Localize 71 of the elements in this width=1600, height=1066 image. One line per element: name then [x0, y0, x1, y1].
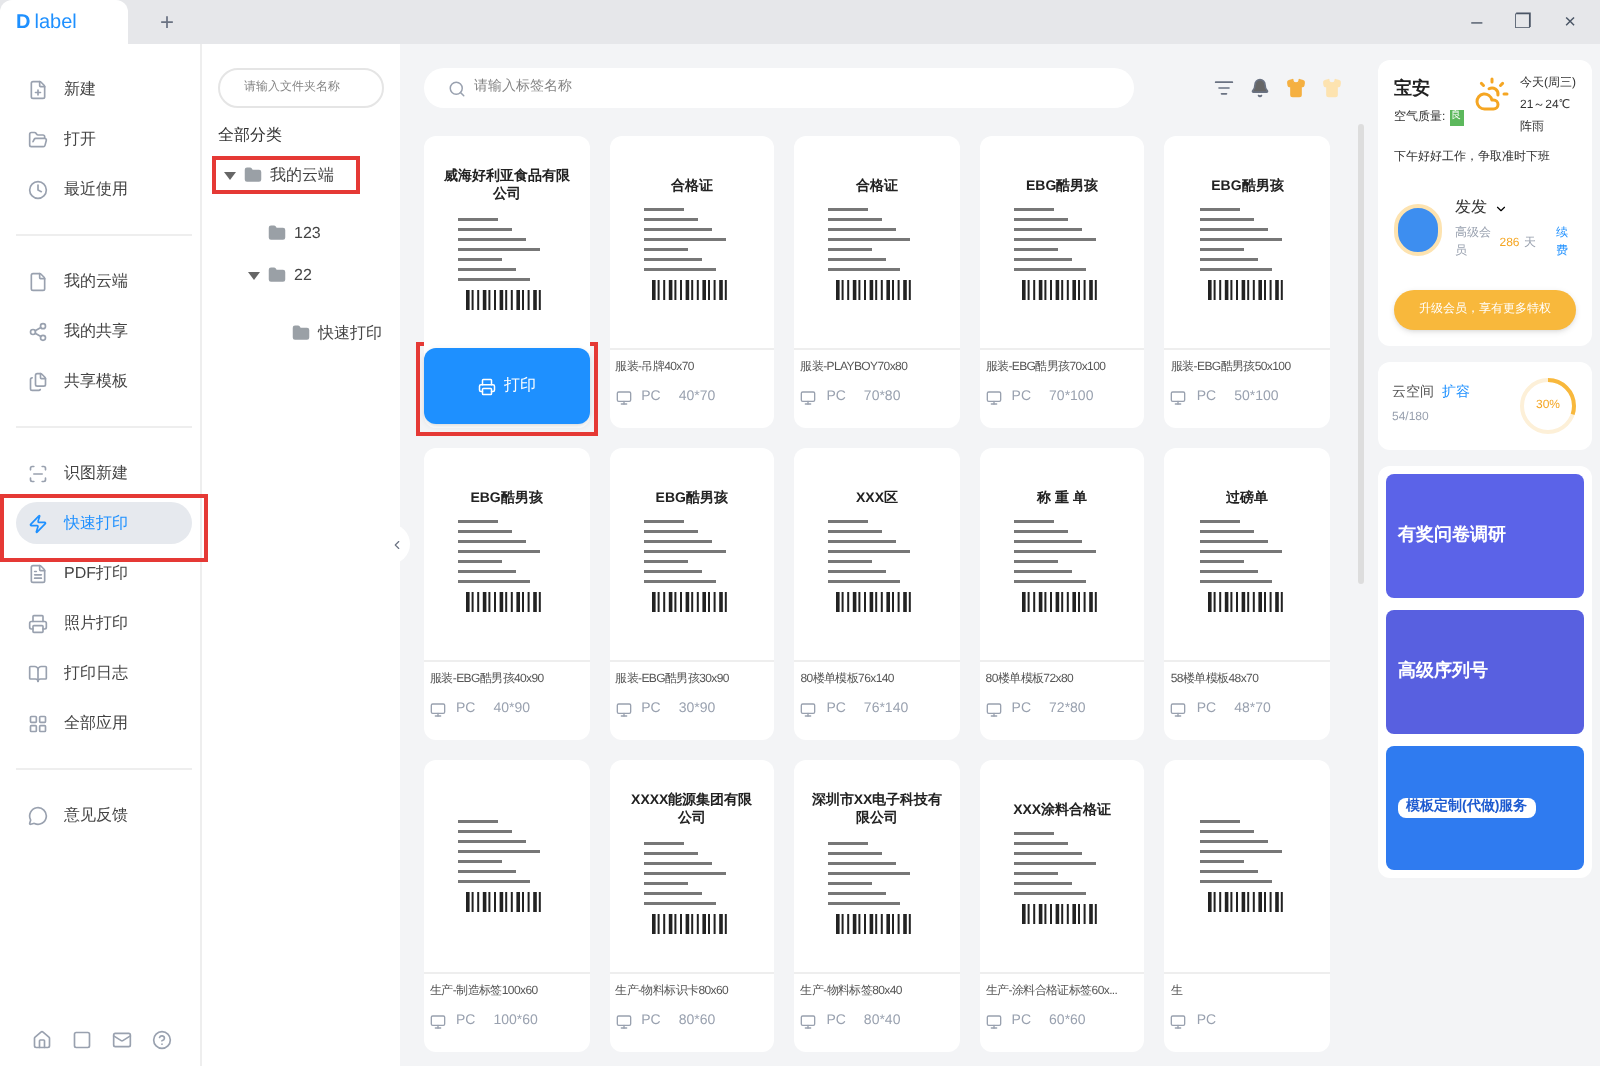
sidebar-item[interactable]: 新建: [16, 68, 192, 110]
document-icon: [28, 563, 48, 583]
folder-icon: [268, 224, 286, 242]
promo-banner[interactable]: 有奖问卷调研: [1386, 474, 1584, 598]
monitor-icon: [985, 1014, 1002, 1031]
monitor-icon: [800, 390, 817, 407]
scan-icon: [28, 463, 48, 483]
weather-icon: [1473, 76, 1510, 112]
printer-icon: [477, 377, 496, 395]
share-icon: [28, 321, 48, 341]
monitor-icon: [615, 1014, 632, 1031]
grid-icon: [28, 713, 48, 733]
monitor-icon: [985, 702, 1002, 719]
monitor-icon: [615, 390, 632, 407]
monitor-icon: [1170, 702, 1187, 719]
folder-icon: [244, 166, 262, 184]
monitor-icon: [430, 1014, 446, 1031]
promo-banner[interactable]: 高级序列号: [1386, 610, 1584, 734]
help-icon[interactable]: [152, 1030, 172, 1050]
sidebar-item[interactable]: 意见反馈: [16, 794, 192, 836]
monitor-icon: [985, 390, 1002, 407]
category-heading: 全部分类: [218, 124, 284, 148]
monitor-icon: [1170, 1014, 1187, 1031]
book-icon: [28, 663, 48, 683]
city-name: 宝安: [1394, 76, 1432, 102]
home-icon[interactable]: [32, 1030, 52, 1050]
banner-title: 高级序列号: [1398, 658, 1488, 685]
folder-icon: [292, 324, 310, 342]
folder-label[interactable]: 22: [294, 263, 312, 287]
chat-bubble-icon: [28, 805, 48, 825]
files-icon: [28, 371, 48, 391]
sidebar-item[interactable]: 共享模板: [16, 360, 192, 402]
window-control-button[interactable]: –: [1471, 7, 1483, 37]
caret-icon[interactable]: [1494, 201, 1509, 215]
sidebar-item[interactable]: 我的共享: [16, 310, 192, 352]
folder-icon: [28, 129, 48, 149]
lightning-icon: [28, 513, 48, 533]
shirt-icon[interactable]: [1286, 78, 1306, 98]
monitor-icon: [430, 702, 446, 719]
mail-icon[interactable]: [112, 1030, 132, 1050]
new-tab-button[interactable]: +: [160, 4, 175, 40]
usage-ring: [1518, 376, 1578, 436]
sidebar-item[interactable]: 打印日志: [16, 652, 192, 694]
sidebar-item[interactable]: 全部应用: [16, 702, 192, 744]
sidebar-item[interactable]: PDF打印: [16, 552, 192, 594]
banner-title: 有奖问卷调研: [1398, 522, 1506, 549]
monitor-icon: [800, 702, 817, 719]
bell-icon[interactable]: [1250, 78, 1270, 98]
monitor-icon: [1170, 390, 1187, 407]
window-control-button[interactable]: ×: [1564, 7, 1576, 37]
sidebar-item[interactable]: 我的云端: [16, 260, 192, 302]
square-icon[interactable]: [72, 1030, 92, 1050]
window-control-button[interactable]: ❐: [1514, 7, 1533, 37]
folder-label[interactable]: 123: [294, 221, 321, 245]
filter-icon[interactable]: [1214, 78, 1234, 98]
monitor-icon: [615, 702, 632, 719]
user-name: 发发: [1454, 196, 1487, 220]
monitor-icon: [800, 1014, 817, 1031]
file-plus-icon: [28, 79, 48, 99]
sidebar-item[interactable]: 照片打印: [16, 602, 192, 644]
file-icon: [28, 271, 48, 291]
avatar: [1394, 203, 1443, 255]
folder-label[interactable]: 快速打印: [318, 321, 382, 345]
sidebar-item[interactable]: 识图新建: [16, 452, 192, 494]
printer-icon: [28, 613, 48, 633]
sidebar-item[interactable]: 打开: [16, 118, 192, 160]
folder-label[interactable]: 我的云端: [270, 163, 334, 187]
sidebar-item[interactable]: 最近使用: [16, 168, 192, 210]
clock-icon: [28, 179, 48, 199]
search-icon: [448, 79, 466, 97]
folder-icon: [268, 266, 286, 284]
